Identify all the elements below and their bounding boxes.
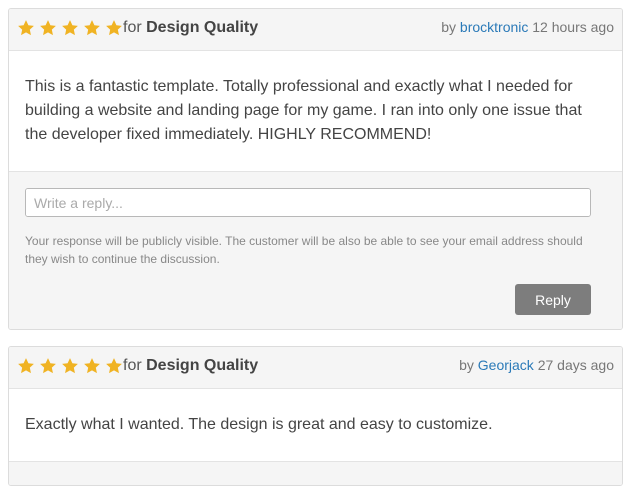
by-prefix: by — [459, 357, 474, 373]
review-text: This is a fantastic template. Totally pr… — [25, 78, 582, 143]
by-prefix: by — [441, 19, 457, 35]
star-icon — [62, 358, 78, 374]
review-meta: by brocktronic 12 hours ago — [441, 19, 614, 35]
review-header: for Design Quality by Georjack 27 days a… — [9, 347, 622, 389]
category-label: Design Quality — [146, 357, 259, 374]
star-icon — [40, 20, 56, 36]
author-link[interactable]: brocktronic — [460, 19, 528, 35]
reply-input[interactable] — [25, 188, 591, 217]
review-meta: by Georjack 27 days ago — [459, 357, 614, 373]
star-icon — [106, 20, 122, 36]
for-prefix: for — [123, 19, 142, 36]
reply-section: Your response will be publicly visible. … — [9, 171, 622, 329]
star-rating — [17, 357, 123, 375]
review-text: Exactly what I wanted. The design is gre… — [25, 416, 493, 433]
review-time: 12 hours ago — [532, 19, 614, 35]
reply-notice: Your response will be publicly visible. … — [25, 234, 583, 266]
review-category: for Design Quality — [123, 19, 258, 37]
review-card: for Design Quality by brocktronic 12 hou… — [8, 8, 623, 330]
author-link[interactable]: Georjack — [478, 357, 534, 373]
review-time: 27 days ago — [537, 357, 614, 373]
star-icon — [18, 358, 34, 374]
for-prefix: for — [123, 357, 142, 374]
star-icon — [84, 20, 100, 36]
review-header: for Design Quality by brocktronic 12 hou… — [9, 9, 622, 51]
reply-section — [9, 461, 622, 485]
star-rating — [17, 19, 123, 37]
reply-button[interactable]: Reply — [515, 284, 591, 315]
star-icon — [18, 20, 34, 36]
star-icon — [62, 20, 78, 36]
star-icon — [40, 358, 56, 374]
review-category: for Design Quality — [123, 357, 258, 375]
star-icon — [84, 358, 100, 374]
star-icon — [106, 358, 122, 374]
category-label: Design Quality — [146, 19, 259, 36]
review-card: for Design Quality by Georjack 27 days a… — [8, 346, 623, 486]
